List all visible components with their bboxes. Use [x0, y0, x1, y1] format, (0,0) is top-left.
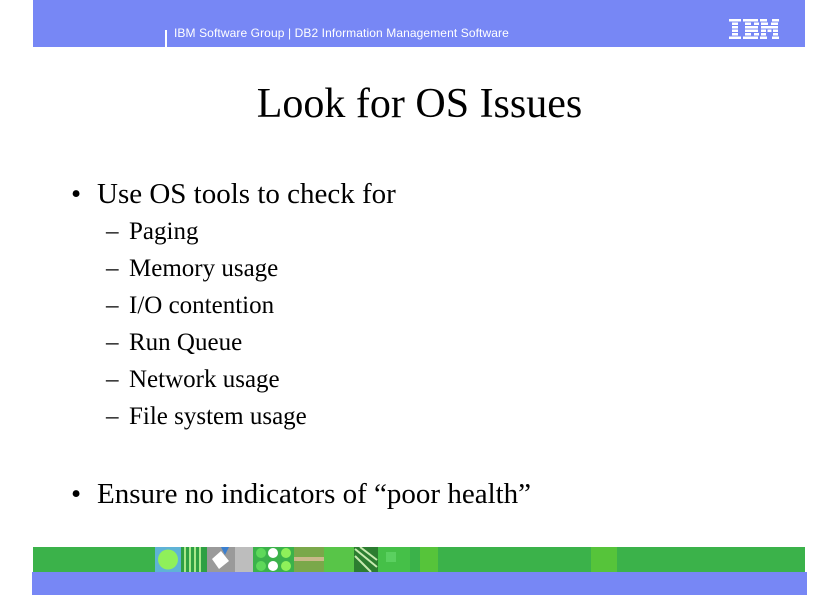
footer-green-strip — [33, 547, 805, 572]
ibm-logo-icon — [729, 19, 779, 39]
footer-accent-block — [591, 547, 617, 572]
bullet-marker: • — [71, 178, 82, 210]
dash-marker: – — [106, 218, 119, 245]
sub-item-text: Paging — [129, 218, 199, 245]
sub-item-text: File system usage — [129, 403, 307, 430]
sub-item-text: Network usage — [129, 366, 280, 393]
sub-item: – Network usage — [106, 364, 280, 396]
bullet-item: • Use OS tools to check for — [71, 176, 396, 212]
bullet-marker: • — [71, 478, 82, 510]
dash-marker: – — [106, 366, 119, 393]
sub-item: – File system usage — [106, 401, 307, 433]
bullet-text: Ensure no indicators of “poor health” — [97, 478, 532, 510]
sub-item-text: Memory usage — [129, 255, 279, 282]
bullet-text: Use OS tools to check for — [97, 178, 396, 210]
sub-item-text: Run Queue — [129, 329, 243, 356]
sub-item: – Paging — [106, 216, 198, 248]
slide-title: Look for OS Issues — [256, 81, 583, 127]
footer-accent-block — [420, 547, 438, 572]
header-divider — [165, 30, 167, 48]
footer-image-strip-icon — [155, 547, 410, 572]
dash-marker: – — [106, 292, 119, 319]
sub-item-text: I/O contention — [129, 292, 275, 319]
sub-item: – Run Queue — [106, 327, 242, 359]
sub-item: – I/O contention — [106, 290, 274, 322]
sub-item: – Memory usage — [106, 253, 278, 285]
header-text: IBM Software Group | DB2 Information Man… — [174, 26, 509, 40]
dash-marker: – — [106, 403, 119, 430]
dash-marker: – — [106, 255, 119, 282]
bullet-item: • Ensure no indicators of “poor health” — [71, 476, 531, 512]
dash-marker: – — [106, 329, 119, 356]
footer-blue-strip — [32, 572, 807, 595]
